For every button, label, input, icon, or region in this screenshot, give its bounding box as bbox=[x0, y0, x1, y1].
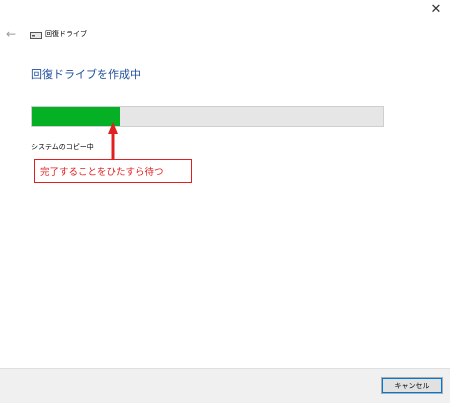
annotation-arrow-icon bbox=[108, 122, 118, 160]
cancel-button[interactable]: キャンセル bbox=[381, 377, 443, 394]
window-title: 回復ドライブ bbox=[45, 30, 87, 38]
page-title: 回復ドライブを作成中 bbox=[31, 68, 141, 81]
back-button[interactable]: ← bbox=[6, 28, 20, 40]
close-button[interactable]: ✕ bbox=[428, 2, 444, 18]
close-icon: ✕ bbox=[430, 2, 442, 17]
footer-bar: キャンセル bbox=[0, 368, 450, 403]
drive-icon bbox=[30, 31, 42, 39]
window-titlebar: 回復ドライブ bbox=[30, 27, 87, 41]
back-arrow-icon: ← bbox=[6, 27, 17, 41]
progress-bar bbox=[31, 106, 384, 127]
status-text: システムのコピー中 bbox=[31, 143, 94, 151]
annotation-callout: 完了することをひたすら待つ bbox=[34, 159, 192, 183]
annotation-text: 完了することをひたすら待つ bbox=[40, 167, 164, 178]
